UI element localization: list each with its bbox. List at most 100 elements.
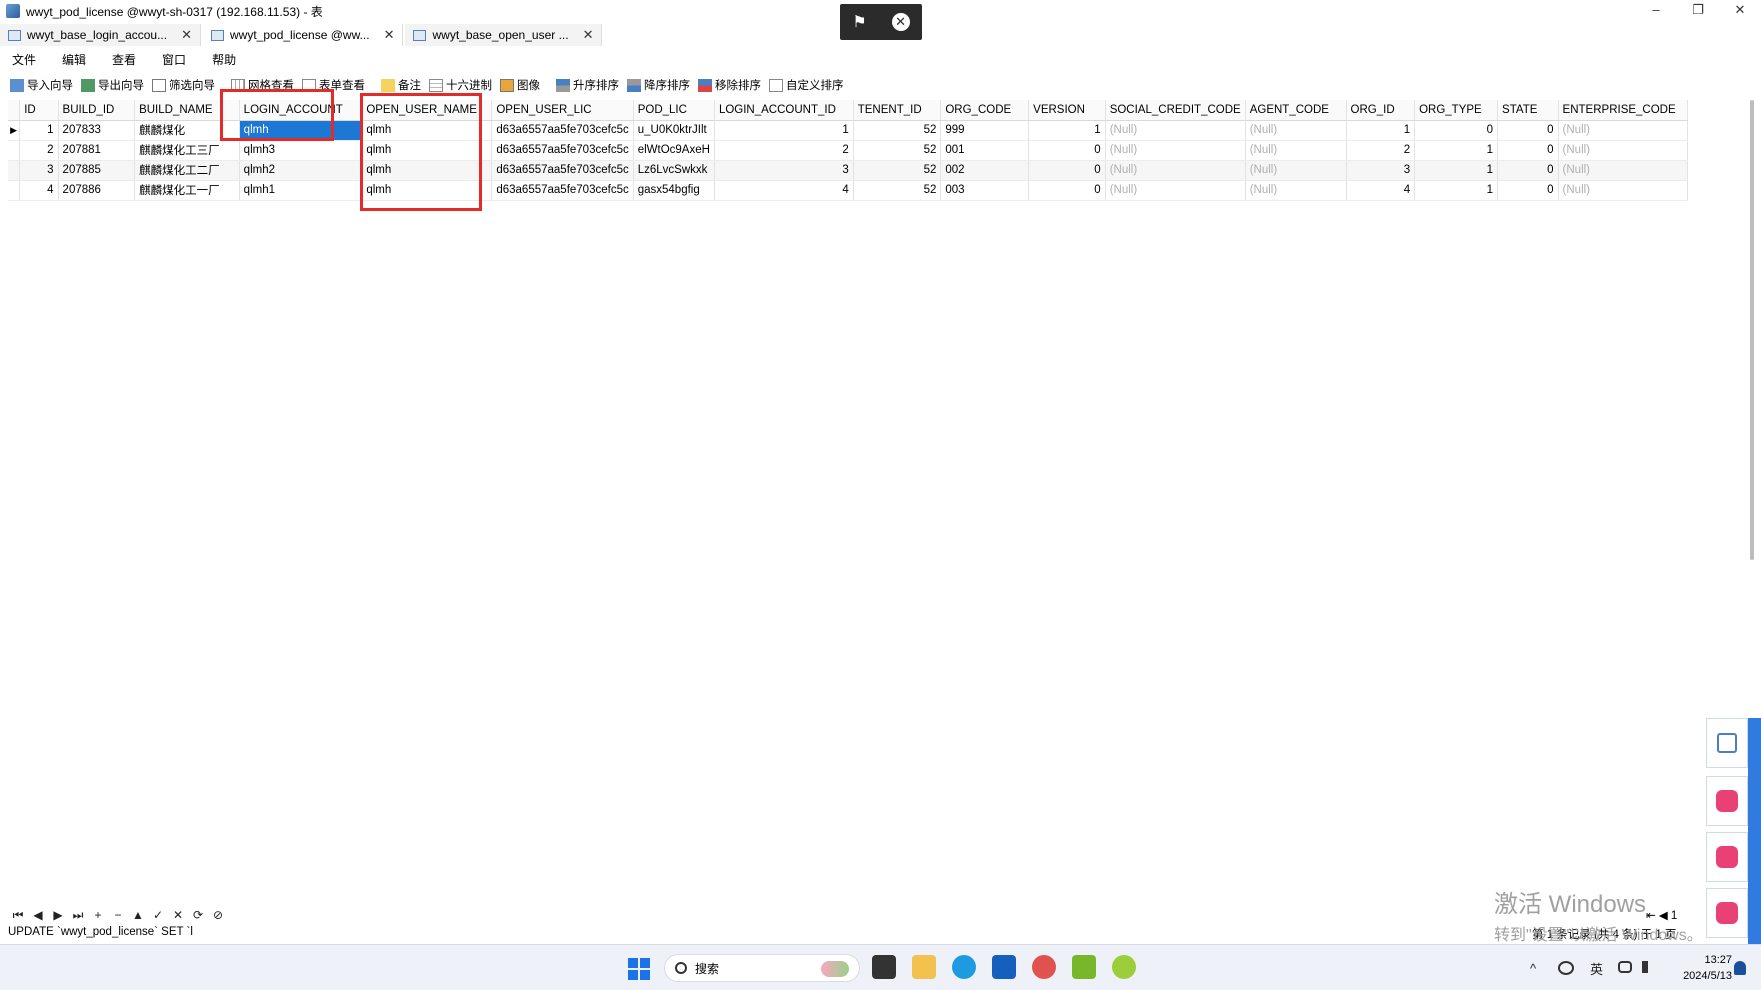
tab-pod-license[interactable]: wwyt_pod_license @ww... ✕: [203, 24, 404, 46]
app-red-icon[interactable]: [1032, 955, 1056, 979]
table-cell[interactable]: 麒麟煤化工三厂: [134, 140, 240, 161]
table-cell[interactable]: 3: [714, 160, 854, 181]
col-header[interactable]: ORG_TYPE: [1414, 100, 1499, 121]
table-cell[interactable]: Lz6LvcSwkxk: [633, 160, 715, 181]
dock-button-app1[interactable]: [1706, 776, 1748, 826]
table-cell[interactable]: 3: [19, 160, 59, 181]
table-cell[interactable]: (Null): [1105, 180, 1246, 201]
table-cell[interactable]: 52: [853, 140, 942, 161]
scrollbar-thumb[interactable]: [1750, 100, 1754, 560]
menu-help[interactable]: 帮助: [212, 51, 236, 68]
table-cell[interactable]: qlmh2: [239, 160, 363, 181]
table-cell[interactable]: 0: [1414, 120, 1499, 141]
clock[interactable]: 13:27 2024/5/13: [1662, 952, 1732, 984]
table-cell[interactable]: 003: [940, 180, 1030, 201]
table-cell[interactable]: 2: [714, 140, 854, 161]
col-header[interactable]: OPEN_USER_NAME: [361, 100, 493, 121]
start-button[interactable]: [628, 958, 650, 980]
edge-icon[interactable]: [952, 955, 976, 979]
sort-remove-button[interactable]: 移除排序: [698, 77, 761, 93]
table-cell[interactable]: 1: [19, 120, 59, 141]
table-cell[interactable]: 2: [1346, 140, 1416, 161]
apply-icon[interactable]: ✓: [148, 908, 168, 922]
prev-record-icon[interactable]: ◀: [28, 908, 48, 922]
table-cell[interactable]: 2: [19, 140, 59, 161]
table-cell[interactable]: 52: [853, 120, 942, 141]
table-cell[interactable]: (Null): [1245, 120, 1347, 141]
store-icon[interactable]: [992, 955, 1016, 979]
col-header[interactable]: LOGIN_ACCOUNT_ID: [714, 100, 854, 121]
table-cell[interactable]: 1: [714, 120, 854, 141]
table-cell[interactable]: 0: [1497, 180, 1559, 201]
hex-button[interactable]: 十六进制: [429, 77, 492, 93]
navicat-icon[interactable]: [1072, 955, 1096, 979]
table-cell[interactable]: (Null): [1558, 120, 1689, 141]
close-remote-icon[interactable]: ✕: [891, 13, 910, 31]
table-cell[interactable]: 207885: [58, 160, 136, 181]
col-header[interactable]: STATE: [1497, 100, 1559, 121]
table-cell[interactable]: u_U0K0ktrJIlt: [633, 120, 715, 141]
pin-icon[interactable]: ⚑: [852, 12, 866, 32]
table-cell[interactable]: (Null): [1245, 180, 1347, 201]
table-cell[interactable]: qlmh: [361, 120, 493, 141]
dock-button-app2[interactable]: [1706, 832, 1748, 882]
table-cell[interactable]: 4: [714, 180, 854, 201]
menu-file[interactable]: 文件: [12, 51, 36, 68]
col-header[interactable]: SOCIAL_CREDIT_CODE: [1105, 100, 1246, 121]
table-cell[interactable]: 001: [940, 140, 1030, 161]
table-cell[interactable]: 52: [853, 160, 942, 181]
table-row[interactable]: 2 207881 麒麟煤化工三厂 qlmh3 qlmh d63a6557aa5f…: [8, 140, 1689, 161]
table-cell[interactable]: qlmh: [361, 160, 493, 181]
table-cell[interactable]: 207833: [58, 120, 136, 141]
table-cell[interactable]: qlmh3: [239, 140, 363, 161]
table-cell[interactable]: 0: [1497, 160, 1559, 181]
minimize-button[interactable]: –: [1635, 0, 1677, 22]
table-cell[interactable]: (Null): [1245, 160, 1347, 181]
table-cell[interactable]: 0: [1497, 120, 1559, 141]
menu-edit[interactable]: 编辑: [62, 51, 86, 68]
table-cell[interactable]: qlmh: [361, 180, 493, 201]
up-icon[interactable]: ▲: [128, 908, 148, 922]
import-wizard-button[interactable]: 导入向导: [10, 77, 73, 93]
table-cell[interactable]: 0: [1028, 140, 1106, 161]
table-cell[interactable]: 1: [1028, 120, 1106, 141]
close-button[interactable]: ✕: [1719, 0, 1761, 22]
table-row[interactable]: ▶ 1 207833 麒麟煤化 qlmh qlmh d63a6557aa5fe7…: [8, 120, 1689, 141]
col-header[interactable]: ORG_CODE: [940, 100, 1030, 121]
menu-window[interactable]: 窗口: [162, 51, 186, 68]
table-cell[interactable]: 207881: [58, 140, 136, 161]
table-cell[interactable]: 002: [940, 160, 1030, 181]
volume-icon[interactable]: [1642, 961, 1656, 973]
network-off-icon[interactable]: [1558, 961, 1574, 975]
table-row[interactable]: 4 207886 麒麟煤化工一厂 qlmh1 qlmh d63a6557aa5f…: [8, 180, 1689, 201]
ime-indicator[interactable]: 英: [1590, 945, 1603, 990]
last-record-icon[interactable]: ⏭: [68, 908, 88, 923]
tab-close-icon[interactable]: ✕: [384, 27, 395, 43]
table-cell[interactable]: 麒麟煤化工二厂: [134, 160, 240, 181]
table-cell[interactable]: 麒麟煤化: [134, 120, 240, 141]
tab-close-icon[interactable]: ✕: [583, 27, 594, 43]
grid-view-button[interactable]: 网格查看: [231, 77, 294, 93]
tab-close-icon[interactable]: ✕: [181, 27, 192, 43]
vertical-scrollbar[interactable]: [1748, 100, 1756, 560]
sort-asc-button[interactable]: 升序排序: [556, 77, 619, 93]
col-header[interactable]: TENENT_ID: [853, 100, 942, 121]
table-cell[interactable]: 52: [853, 180, 942, 201]
refresh-icon[interactable]: ⟳: [188, 908, 208, 922]
table-cell[interactable]: 0: [1497, 140, 1559, 161]
table-cell[interactable]: 0: [1028, 180, 1106, 201]
table-cell[interactable]: 4: [19, 180, 59, 201]
table-cell[interactable]: (Null): [1558, 160, 1689, 181]
table-cell[interactable]: (Null): [1105, 140, 1246, 161]
col-header[interactable]: BUILD_NAME: [134, 100, 240, 121]
col-header[interactable]: ID: [19, 100, 59, 121]
selected-cell[interactable]: qlmh: [239, 120, 363, 141]
table-cell[interactable]: 999: [940, 120, 1030, 141]
table-row[interactable]: 3 207885 麒麟煤化工二厂 qlmh2 qlmh d63a6557aa5f…: [8, 160, 1689, 181]
table-cell[interactable]: 0: [1028, 160, 1106, 181]
tray-chevron[interactable]: ^: [1530, 945, 1536, 990]
dock-button-transfer[interactable]: [1706, 718, 1748, 768]
dock-button-app3[interactable]: [1706, 888, 1748, 938]
table-cell[interactable]: 1: [1414, 140, 1499, 161]
table-cell[interactable]: (Null): [1558, 140, 1689, 161]
